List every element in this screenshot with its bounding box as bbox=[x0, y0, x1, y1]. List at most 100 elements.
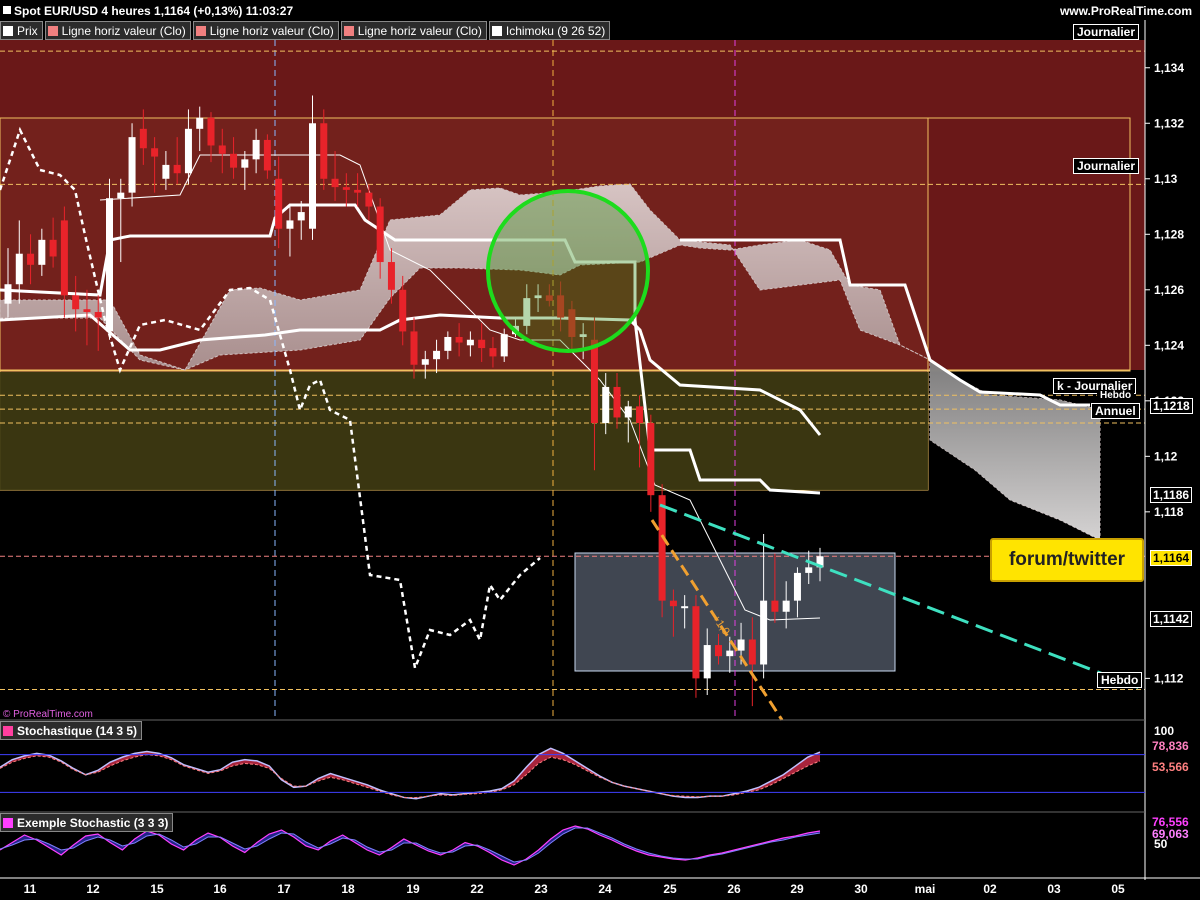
candle-body bbox=[196, 117, 204, 129]
level-label-hebdo-top: Hebdo bbox=[1097, 391, 1135, 401]
candle-body bbox=[613, 386, 621, 418]
x-tick-label: 05 bbox=[1111, 882, 1125, 896]
exemple-stochastic-d-line bbox=[0, 827, 821, 863]
candle-body bbox=[590, 339, 598, 424]
candle-body bbox=[218, 145, 226, 154]
x-tick-label: 19 bbox=[406, 882, 420, 896]
stochastic-title: Stochastique (14 3 5) bbox=[17, 723, 138, 738]
level-label-journalier-top: Journalier bbox=[1073, 24, 1140, 40]
copyright: © ProRealTime.com bbox=[3, 709, 93, 720]
candle-body bbox=[771, 600, 779, 612]
exemple-stochastic-swatch bbox=[3, 817, 13, 828]
candle-body bbox=[602, 386, 610, 424]
legend-item-1[interactable]: Ligne horiz valeur (Clo) bbox=[44, 21, 191, 40]
legend-item-3[interactable]: Ligne horiz valeur (Clo) bbox=[340, 21, 487, 40]
candle-body bbox=[60, 220, 68, 296]
candle-body bbox=[286, 220, 294, 229]
x-tick-label: 15 bbox=[150, 882, 164, 896]
stochastic-k-value: 78,836 bbox=[1152, 739, 1189, 753]
y-tick-label: 1,13 bbox=[1154, 172, 1178, 186]
candle-body bbox=[230, 153, 238, 168]
candle-body bbox=[748, 639, 756, 665]
candle-body bbox=[15, 253, 23, 285]
x-tick-label: 02 bbox=[983, 882, 997, 896]
candle-body bbox=[489, 348, 497, 357]
candle-body bbox=[331, 178, 339, 188]
stochastic-d-line bbox=[0, 754, 821, 798]
candle-body bbox=[263, 139, 271, 171]
exemple-stochastic-legend: Exemple Stochastic (3 3 3) bbox=[0, 813, 174, 832]
candle-body bbox=[49, 239, 57, 257]
candle-body bbox=[399, 289, 407, 332]
indicator-legend: Prix Ligne horiz valeur (Clo) Ligne horiz … bbox=[0, 21, 611, 40]
candle-body bbox=[365, 192, 373, 207]
price-tag-low: 1,1142 bbox=[1150, 611, 1193, 627]
stochastic-band bbox=[0, 748, 820, 799]
level-label-journalier-mid: Journalier bbox=[1073, 158, 1140, 174]
candle-body bbox=[106, 198, 113, 332]
y-tick-label: 1,126 bbox=[1154, 283, 1184, 297]
x-tick-label: 29 bbox=[790, 882, 804, 896]
candle-body bbox=[354, 189, 362, 193]
candle-body bbox=[387, 262, 395, 290]
legend-item-4[interactable]: Ichimoku (9 26 52) bbox=[488, 21, 611, 40]
stochastic-legend: Stochastique (14 3 5) bbox=[0, 721, 143, 740]
legend-swatch bbox=[195, 25, 206, 36]
legend-item-0[interactable]: Prix bbox=[0, 21, 43, 40]
candle-body bbox=[444, 336, 452, 351]
candle-body bbox=[455, 336, 463, 343]
price-tag-last: 1,1164 bbox=[1150, 550, 1193, 566]
candle-body bbox=[173, 164, 181, 174]
candle-body bbox=[478, 339, 486, 349]
legend-label: Ligne horiz valeur (Clo) bbox=[209, 23, 334, 38]
legend-swatch bbox=[47, 25, 58, 36]
candle-body bbox=[128, 137, 136, 193]
candle-body bbox=[117, 192, 125, 199]
legend-label: Ligne horiz valeur (Clo) bbox=[61, 23, 186, 38]
x-tick-label: 16 bbox=[213, 882, 227, 896]
x-tick-label: 18 bbox=[341, 882, 355, 896]
legend-swatch bbox=[343, 25, 354, 36]
candle-body bbox=[184, 128, 192, 174]
legend-swatch bbox=[3, 25, 13, 36]
y-tick-label: 1,124 bbox=[1154, 338, 1184, 352]
exemple-stochastic-title: Exemple Stochastic (3 3 3) bbox=[17, 815, 169, 830]
x-tick-label: 17 bbox=[277, 882, 291, 896]
price-chart[interactable]: +1,0 1,1341,1321,131,1281,1261,1241,1221… bbox=[0, 0, 1200, 900]
candle-body bbox=[782, 600, 790, 612]
candle-body bbox=[805, 567, 813, 573]
candle-body bbox=[737, 639, 745, 651]
x-tick-label: 22 bbox=[470, 882, 484, 896]
legend-label: Prix bbox=[17, 23, 38, 38]
candle-body bbox=[726, 650, 734, 657]
x-tick-label: 26 bbox=[727, 882, 741, 896]
forum-twitter-banner[interactable]: forum/twitter bbox=[990, 538, 1144, 582]
stochastic-d-value: 53,566 bbox=[1152, 760, 1189, 774]
candle-body bbox=[275, 178, 283, 229]
x-tick-label: 30 bbox=[854, 882, 868, 896]
legend-item-2[interactable]: Ligne horiz valeur (Clo) bbox=[192, 21, 339, 40]
candle-body bbox=[162, 164, 170, 179]
candle-body bbox=[342, 187, 350, 190]
y-tick-label: 1,118 bbox=[1154, 505, 1184, 519]
level-label-hebdo-bottom: Hebdo bbox=[1097, 672, 1143, 688]
x-tick-label: 23 bbox=[534, 882, 548, 896]
candle-body bbox=[647, 423, 655, 496]
candle-body bbox=[421, 359, 429, 365]
candle-body bbox=[297, 212, 305, 221]
candle-body bbox=[94, 312, 102, 318]
candle-body bbox=[692, 606, 700, 679]
candle-body bbox=[410, 331, 418, 365]
candle-body bbox=[715, 645, 722, 657]
y-tick-label: 1,128 bbox=[1154, 227, 1184, 241]
candle-body bbox=[669, 600, 677, 607]
y-tick-label: 1,112 bbox=[1154, 671, 1184, 685]
candle-body bbox=[27, 253, 35, 265]
candle-body bbox=[703, 645, 711, 679]
candle-body bbox=[83, 309, 91, 312]
candle-body bbox=[500, 334, 508, 357]
stochastic-max-label: 100 bbox=[1154, 724, 1174, 738]
x-tick-label: 11 bbox=[23, 882, 37, 896]
x-tick-label: 12 bbox=[86, 882, 100, 896]
exemple-mid-label: 50 bbox=[1154, 837, 1168, 851]
